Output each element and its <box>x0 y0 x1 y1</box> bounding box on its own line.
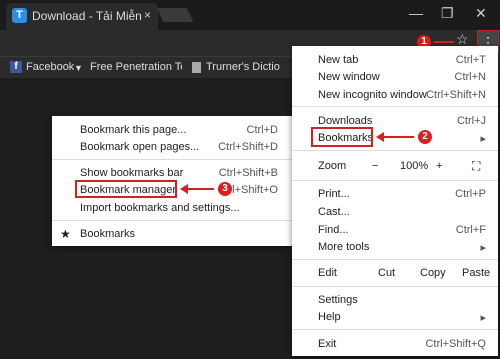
menu-separator <box>292 329 498 330</box>
step-3-arrow <box>186 188 214 190</box>
restore-button[interactable]: ❐ <box>441 5 454 22</box>
menu-separator <box>292 180 498 181</box>
bookmark-facebook[interactable]: Facebook <box>26 61 74 73</box>
step-1-arrow <box>434 41 454 43</box>
bookmark-manager-highlight <box>75 180 177 198</box>
chevron-right-icon: ▸ <box>480 312 486 324</box>
menu-item-exit[interactable]: Exit Ctrl+Shift+Q <box>292 334 498 354</box>
page-icon <box>192 62 201 73</box>
chevron-right-icon: ▸ <box>480 133 486 145</box>
step-2-badge: 2 <box>418 130 432 144</box>
chevron-right-icon: ▸ <box>480 242 486 254</box>
menu-separator <box>292 286 498 287</box>
paste-button[interactable]: Paste <box>462 267 490 279</box>
bookmark-trurner[interactable]: Trurner's Dictio <box>206 61 286 73</box>
bookmarks-highlight <box>311 127 373 147</box>
zoom-value: 100% <box>400 160 429 172</box>
menu-item-print[interactable]: Print... Ctrl+P <box>292 184 498 204</box>
menu-item-help[interactable]: Help ▸ <box>292 307 498 327</box>
menu-item-import-bookmarks[interactable]: Import bookmarks and settings... <box>52 198 292 218</box>
menu-item-new-window[interactable]: New window Ctrl+N <box>292 67 498 87</box>
tab-title: Download - Tải Miễn Phí <box>32 9 142 23</box>
copy-button[interactable]: Copy <box>420 267 446 279</box>
zoom-label: Zoom <box>318 160 347 172</box>
cut-button[interactable]: Cut <box>378 267 395 279</box>
chrome-main-menu: New tab Ctrl+T New window Ctrl+N New inc… <box>292 46 498 356</box>
tab-close-icon[interactable]: × <box>144 8 151 22</box>
facebook-icon: f <box>10 61 22 73</box>
zoom-out-button[interactable]: − <box>372 160 378 172</box>
bookmark-icon: ▼ <box>74 63 83 73</box>
minimize-button[interactable]: — <box>409 5 423 21</box>
step-2-arrow <box>382 136 414 138</box>
star-icon: ★ <box>60 227 71 241</box>
menu-separator <box>292 150 498 151</box>
menu-item-bookmark-open-pages[interactable]: Bookmark open pages... Ctrl+Shift+D <box>52 137 292 157</box>
menu-separator <box>52 220 292 221</box>
bookmark-free-penetration[interactable]: Free Penetration Testi <box>90 61 182 73</box>
close-window-button[interactable]: ✕ <box>475 5 487 22</box>
menu-separator <box>52 159 292 160</box>
edit-row: Edit Cut Copy Paste <box>292 263 498 283</box>
zoom-row: Zoom − 100% + ⛶ <box>292 156 498 176</box>
browser-tab[interactable]: T Download - Tải Miễn Phí × <box>6 3 158 30</box>
title-bar: T Download - Tải Miễn Phí × — ❐ ✕ <box>0 0 500 30</box>
menu-item-cast[interactable]: Cast... <box>292 202 498 222</box>
tab-favicon-icon: T <box>12 8 27 23</box>
menu-item-bookmarks-folder[interactable]: ★ Bookmarks <box>52 224 292 244</box>
menu-separator <box>292 106 498 107</box>
menu-separator <box>292 259 498 260</box>
zoom-in-button[interactable]: + <box>436 160 442 172</box>
step-3-badge: 3 <box>218 182 232 196</box>
fullscreen-icon[interactable]: ⛶ <box>472 159 480 174</box>
edit-label: Edit <box>318 267 337 279</box>
menu-item-more-tools[interactable]: More tools ▸ <box>292 237 498 257</box>
new-tab-button[interactable] <box>156 8 194 22</box>
menu-item-new-incognito[interactable]: New incognito window Ctrl+Shift+N <box>292 85 498 105</box>
